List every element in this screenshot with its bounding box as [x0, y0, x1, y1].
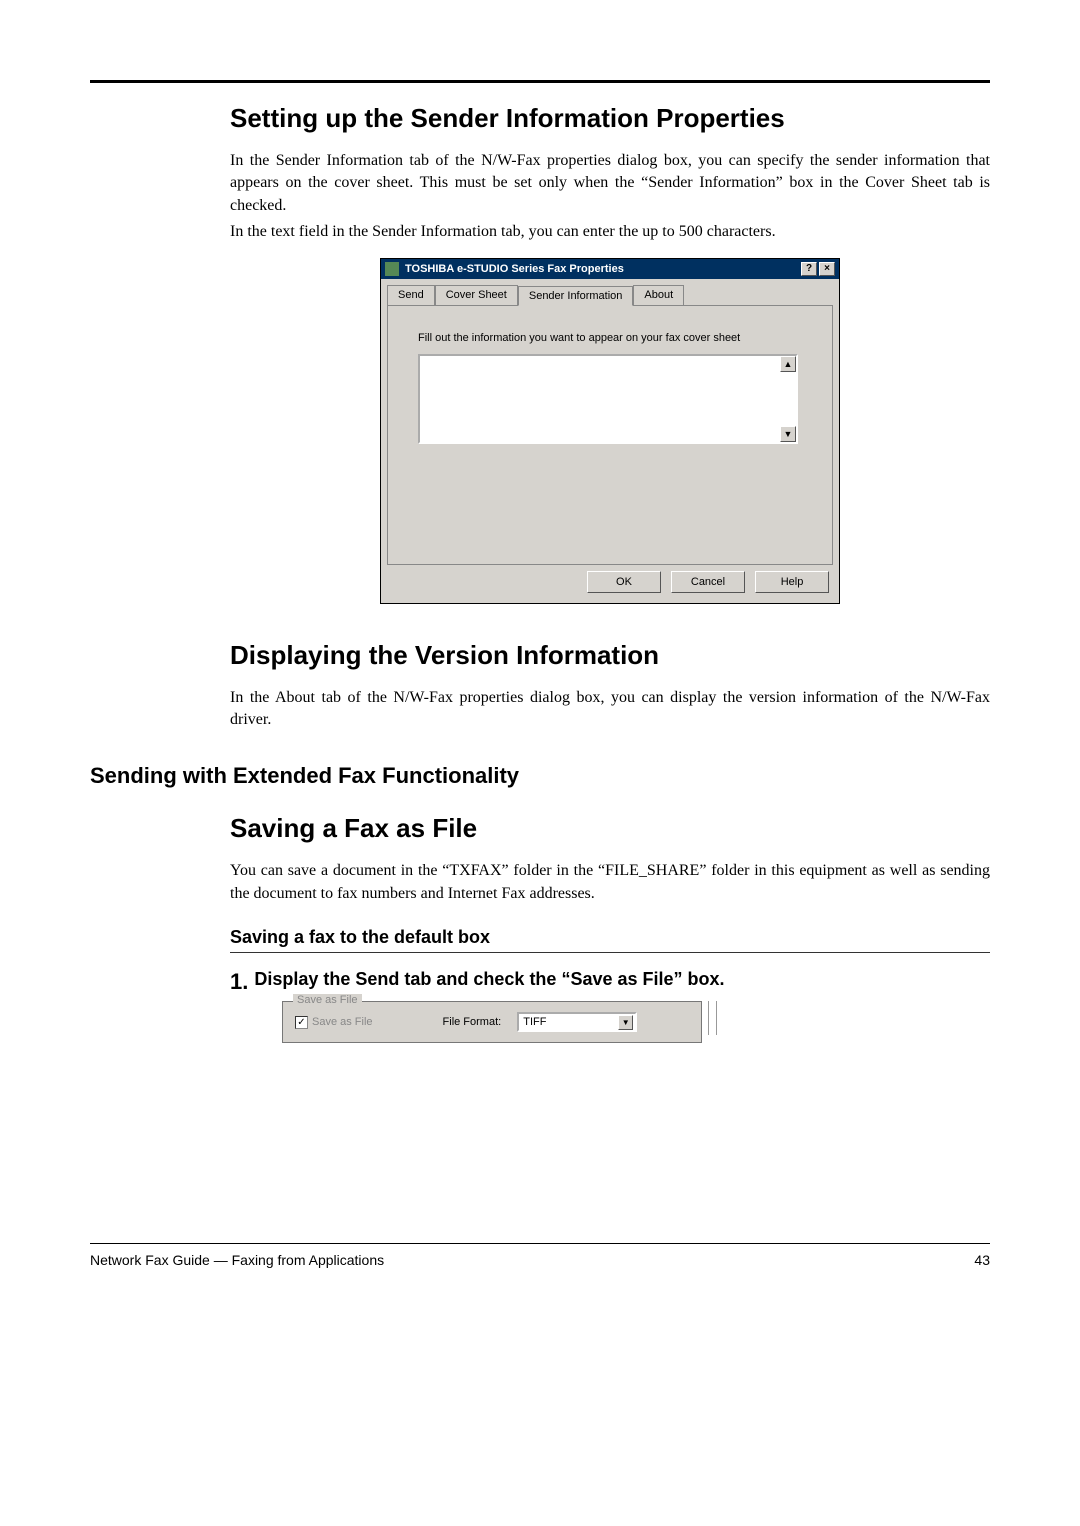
heading-sender-info: Setting up the Sender Information Proper…: [230, 103, 990, 134]
instruction-label: Fill out the information you want to app…: [418, 332, 810, 344]
save-as-file-group: Save as File ✓ Save as File File Format:…: [282, 1001, 702, 1043]
ok-button[interactable]: OK: [587, 571, 661, 593]
para-sender-1: In the Sender Information tab of the N/W…: [230, 150, 990, 217]
para-sender-2: In the text field in the Sender Informat…: [230, 221, 990, 243]
cropped-edge-decor: [708, 1001, 724, 1043]
titlebar: TOSHIBA e-STUDIO Series Fax Properties ?…: [381, 259, 839, 279]
page-number: 43: [974, 1252, 990, 1268]
step-1: 1. Display the Send tab and check the “S…: [230, 969, 990, 995]
help-btn[interactable]: Help: [755, 571, 829, 593]
heading-version-info: Displaying the Version Information: [230, 640, 990, 671]
subheading-default-box: Saving a fax to the default box: [230, 927, 990, 953]
dialog-buttons: OK Cancel Help: [381, 571, 839, 603]
tab-about[interactable]: About: [633, 285, 684, 305]
sender-info-textarea[interactable]: ▲ ▼: [418, 354, 798, 444]
heading-saving-fax-file: Saving a Fax as File: [230, 813, 990, 844]
heading-extended-fax: Sending with Extended Fax Functionality: [90, 763, 990, 789]
scroll-up-button[interactable]: ▲: [780, 356, 796, 372]
tab-cover-sheet[interactable]: Cover Sheet: [435, 285, 518, 305]
step-number: 1.: [230, 969, 248, 995]
cancel-button[interactable]: Cancel: [671, 571, 745, 593]
help-button[interactable]: ?: [801, 262, 817, 276]
fax-app-icon: [385, 262, 399, 276]
save-as-file-label: Save as File: [312, 1016, 373, 1028]
select-value: TIFF: [523, 1016, 546, 1028]
save-as-file-checkbox[interactable]: ✓: [295, 1016, 308, 1029]
group-title: Save as File: [293, 994, 362, 1006]
scroll-down-button[interactable]: ▼: [780, 426, 796, 442]
step-text: Display the Send tab and check the “Save…: [254, 969, 724, 995]
fax-properties-dialog: TOSHIBA e-STUDIO Series Fax Properties ?…: [380, 258, 840, 604]
tab-panel: Fill out the information you want to app…: [387, 305, 833, 565]
para-saving: You can save a document in the “TXFAX” f…: [230, 860, 990, 905]
tab-send[interactable]: Send: [387, 285, 435, 305]
tab-sender-information[interactable]: Sender Information: [518, 286, 634, 306]
tabs: Send Cover Sheet Sender Information Abou…: [381, 279, 839, 305]
file-format-select[interactable]: TIFF ▼: [517, 1012, 637, 1032]
file-format-label: File Format:: [443, 1016, 502, 1028]
para-version: In the About tab of the N/W-Fax properti…: [230, 687, 990, 732]
dialog-title: TOSHIBA e-STUDIO Series Fax Properties: [405, 263, 799, 275]
save-as-file-fragment-wrap: Save as File ✓ Save as File File Format:…: [282, 1001, 990, 1043]
top-rule: [90, 80, 990, 83]
footer-left: Network Fax Guide — Faxing from Applicat…: [90, 1252, 384, 1268]
close-button[interactable]: ×: [819, 262, 835, 276]
page-footer: Network Fax Guide — Faxing from Applicat…: [90, 1243, 990, 1268]
chevron-down-icon[interactable]: ▼: [618, 1015, 633, 1030]
